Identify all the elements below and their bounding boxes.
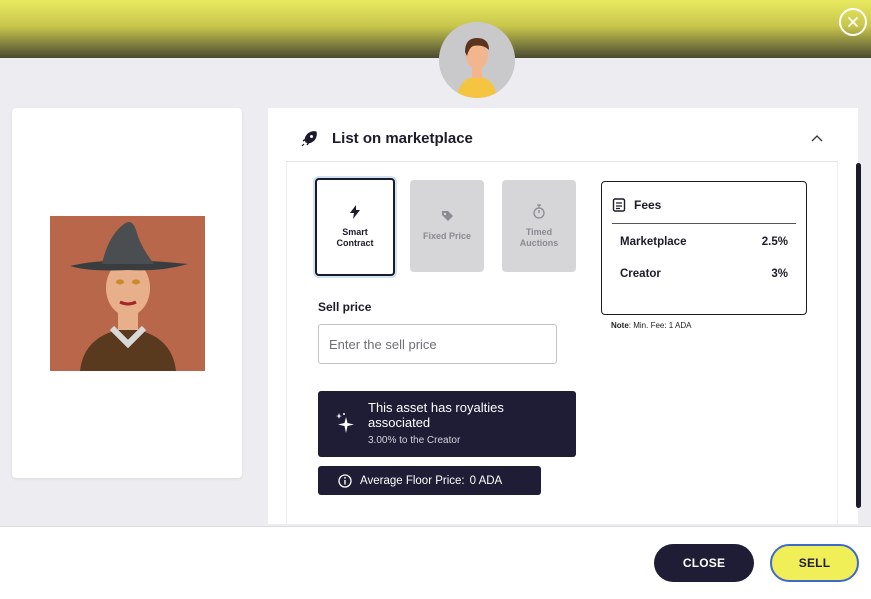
option-label: Fixed Price <box>422 231 472 241</box>
rocket-icon <box>301 130 317 146</box>
fees-header: Fees <box>612 186 796 224</box>
royalties-title: This asset has royalties associated <box>368 400 504 430</box>
sell-price-label: Sell price <box>318 300 372 314</box>
fee-row-creator: Creator 3% <box>620 268 788 280</box>
modal-footer: CLOSE SELL <box>0 526 871 599</box>
fee-row-marketplace: Marketplace 2.5% <box>620 236 788 248</box>
header-banner <box>0 0 871 58</box>
sparkles-icon <box>336 413 354 433</box>
option-smart-contract[interactable]: Smart Contract <box>315 178 395 276</box>
sell-price-input[interactable] <box>318 324 557 364</box>
accordion-title: List on marketplace <box>332 130 473 147</box>
nft-preview-card <box>12 108 242 478</box>
floor-price-label: Average Floor Price: <box>360 474 465 487</box>
tag-icon <box>441 211 453 221</box>
fees-box: Fees Marketplace 2.5% Creator 3% <box>601 181 807 315</box>
floor-price-value: 0 ADA <box>469 474 503 487</box>
document-icon <box>612 197 626 212</box>
info-icon <box>338 473 352 488</box>
lightning-icon <box>350 205 360 219</box>
close-modal-button[interactable] <box>839 8 867 36</box>
fee-note: Note: Min. Fee: 1 ADA <box>611 321 692 330</box>
user-avatar <box>439 22 515 98</box>
accordion-header[interactable]: List on marketplace <box>286 116 838 162</box>
panel-scrollbar[interactable] <box>856 163 861 508</box>
stopwatch-icon <box>533 203 545 219</box>
fees-title: Fees <box>634 197 662 212</box>
close-circle-icon <box>848 17 858 27</box>
listing-panel: List on marketplace Smart Contract Fixed… <box>268 108 858 524</box>
close-button[interactable]: CLOSE <box>654 544 754 582</box>
option-timed-auctions[interactable]: Timed Auctions <box>502 180 576 272</box>
option-label: Timed Auctions <box>519 226 559 248</box>
floor-price-badge: Average Floor Price: 0 ADA <box>318 466 541 495</box>
sell-button[interactable]: SELL <box>770 544 859 582</box>
option-label: Smart Contract <box>336 227 374 248</box>
royalties-subtitle: 3.00% to the Creator <box>368 435 461 446</box>
chevron-up-icon[interactable] <box>810 131 824 145</box>
option-fixed-price[interactable]: Fixed Price <box>410 180 484 272</box>
royalties-banner: This asset has royalties associated 3.00… <box>318 391 576 457</box>
nft-image <box>50 216 205 371</box>
